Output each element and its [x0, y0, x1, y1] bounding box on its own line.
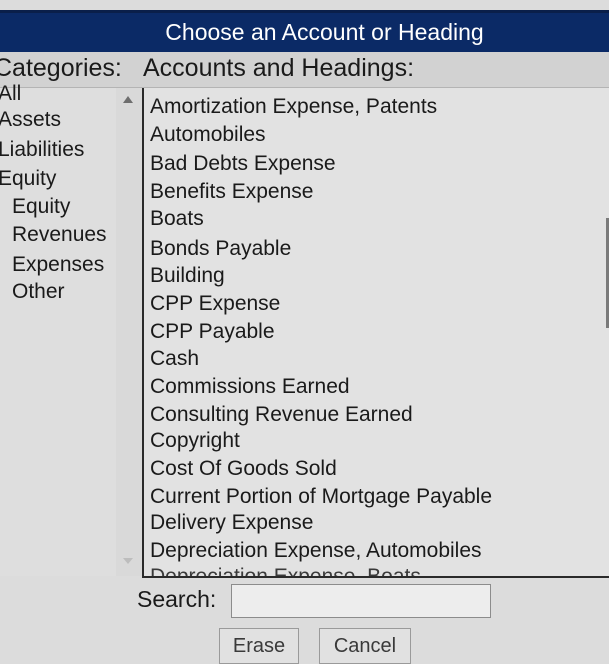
account-item[interactable]: Commissions Earned	[150, 375, 350, 399]
category-item-revenues[interactable]: Revenues	[12, 223, 107, 247]
category-item-liabilities[interactable]: Liabilities	[0, 138, 84, 162]
search-label: Search:	[137, 586, 217, 612]
category-item-expenses[interactable]: Expenses	[12, 253, 104, 277]
account-item[interactable]: Cost Of Goods Sold	[150, 457, 337, 481]
account-item[interactable]: Bonds Payable	[150, 237, 291, 261]
account-item[interactable]: Consulting Revenue Earned	[150, 403, 413, 427]
account-item[interactable]: Cash	[150, 347, 199, 371]
scroll-up-arrow-icon[interactable]	[123, 96, 133, 103]
account-item[interactable]: Depreciation Expense, Boats	[150, 565, 421, 576]
category-item-all[interactable]: All	[0, 82, 21, 106]
column-headers: Categories: Accounts and Headings:	[0, 52, 609, 88]
account-item[interactable]: Amortization Expense, Patents	[150, 95, 437, 119]
category-item-other[interactable]: Other	[12, 280, 65, 304]
categories-list[interactable]: All Assets Liabilities Equity Equity Rev…	[0, 82, 116, 576]
categories-header: Categories:	[0, 54, 122, 82]
account-item[interactable]: Copyright	[150, 429, 240, 453]
category-item-assets[interactable]: Assets	[0, 108, 61, 132]
dialog-title-bar: Choose an Account or Heading	[0, 10, 609, 52]
account-item[interactable]: Automobiles	[150, 123, 266, 147]
account-item[interactable]: Delivery Expense	[150, 511, 313, 535]
accounts-scrollbar[interactable]	[116, 88, 142, 576]
account-item[interactable]: Current Portion of Mortgage Payable	[150, 485, 492, 509]
accounts-list[interactable]: Amortization Expense, Patents Automobile…	[142, 88, 609, 578]
category-item-equity[interactable]: Equity	[0, 167, 56, 191]
accounts-header: Accounts and Headings:	[143, 54, 415, 82]
cancel-button[interactable]: Cancel	[319, 628, 411, 664]
scroll-down-arrow-icon[interactable]	[123, 558, 133, 564]
erase-button[interactable]: Erase	[219, 628, 299, 664]
account-item[interactable]: CPP Expense	[150, 292, 280, 316]
account-item[interactable]: Benefits Expense	[150, 180, 313, 204]
account-item[interactable]: Bad Debts Expense	[150, 152, 336, 176]
search-input[interactable]	[231, 584, 491, 618]
account-item[interactable]: Depreciation Expense, Automobiles	[150, 539, 482, 563]
account-item[interactable]: CPP Payable	[150, 320, 275, 344]
account-item[interactable]: Building	[150, 264, 225, 288]
dialog-title: Choose an Account or Heading	[165, 19, 484, 45]
account-item[interactable]: Boats	[150, 207, 204, 231]
category-item-equity-sub[interactable]: Equity	[12, 195, 70, 219]
